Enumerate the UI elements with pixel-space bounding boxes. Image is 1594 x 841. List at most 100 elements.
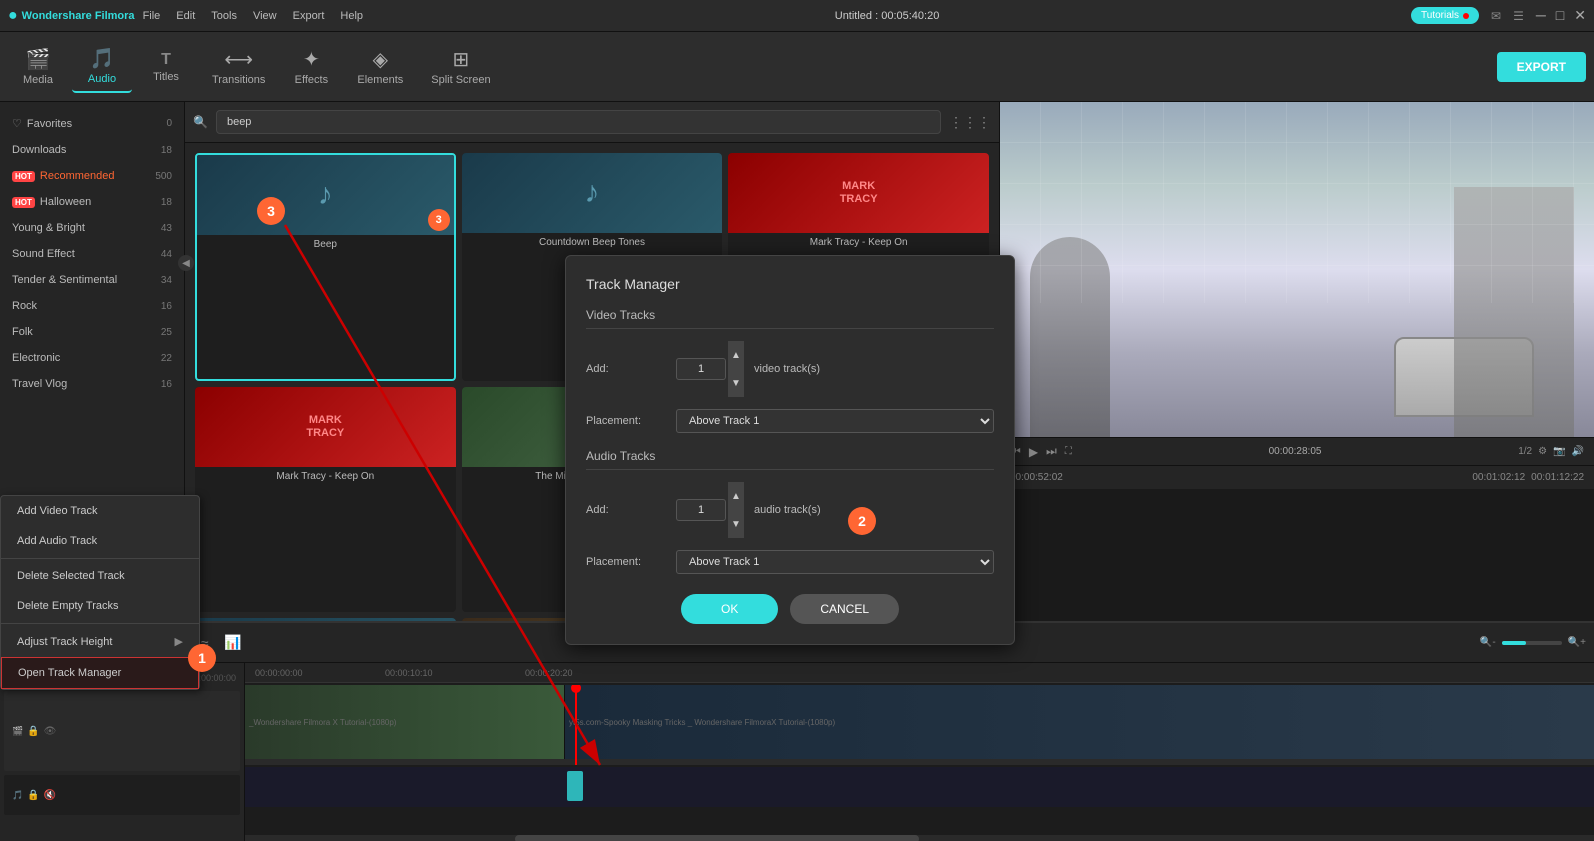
- time-display: 00:00:28:05: [1269, 446, 1322, 457]
- sidebar-item-sound-effect[interactable]: Sound Effect 44: [0, 241, 184, 267]
- scroll-left-icon: ◀: [182, 258, 185, 269]
- toolbar-audio[interactable]: 🎵 Audio: [72, 40, 132, 93]
- ruler-mark-2: 00:00:20:20: [525, 668, 573, 678]
- title-bar-left: ● Wondershare Filmora File Edit Tools Vi…: [8, 7, 363, 25]
- preview-controls-left: ⏮ ▶ ⏭ ⛶: [1010, 444, 1072, 459]
- audio-count-up[interactable]: ▲: [728, 482, 744, 510]
- media-item-beep[interactable]: ♪ 3 Beep: [195, 153, 456, 381]
- menu-tools[interactable]: Tools: [211, 10, 237, 22]
- sidebar-item-halloween[interactable]: HOT Halloween 18: [0, 189, 184, 215]
- sidebar-item-tender[interactable]: Tender & Sentimental 34: [0, 267, 184, 293]
- video-placement-select[interactable]: Above Track 1 Below Track 1: [676, 409, 994, 433]
- title-bar-menu: File Edit Tools View Export Help: [143, 10, 363, 22]
- menu-edit[interactable]: Edit: [176, 10, 195, 22]
- mark-tracy-1-label: Mark Tracy - Keep On: [728, 233, 989, 252]
- sidebar-item-travel-vlog[interactable]: Travel Vlog 16: [0, 371, 184, 397]
- video-track-count-input[interactable]: [676, 358, 726, 380]
- camera-icon[interactable]: 📷: [1553, 446, 1565, 457]
- effects-icon: ✦: [303, 47, 320, 72]
- context-delete-empty[interactable]: Delete Empty Tracks: [1, 591, 199, 621]
- ok-button[interactable]: OK: [681, 594, 778, 624]
- toolbar-transitions[interactable]: ⟷ Transitions: [200, 41, 277, 92]
- tutorials-label: Tutorials: [1421, 10, 1459, 21]
- countdown-label: Countdown Beep Tones: [462, 233, 723, 252]
- audio-track-count-input[interactable]: [676, 499, 726, 521]
- menu-view[interactable]: View: [253, 10, 277, 22]
- video-track-clips: _Wondershare Filmora X Tutorial-(1080p) …: [245, 685, 1594, 765]
- menu-file[interactable]: File: [143, 10, 161, 22]
- sidebar-item-folk[interactable]: Folk 25: [0, 319, 184, 345]
- step-1-number: 1: [198, 650, 206, 666]
- video-clip-2[interactable]: yt5s.com-Spooky Masking Tricks _ Wonders…: [565, 685, 1594, 759]
- adjust-height-label: Adjust Track Height: [17, 636, 112, 648]
- context-add-video-track[interactable]: Add Video Track: [1, 496, 199, 526]
- context-adjust-height[interactable]: Adjust Track Height ▶: [1, 626, 199, 657]
- step-3-number: 3: [267, 203, 275, 219]
- search-input[interactable]: [216, 110, 941, 134]
- cancel-button[interactable]: CANCEL: [790, 594, 899, 624]
- delete-empty-label: Delete Empty Tracks: [17, 600, 118, 612]
- zoom-out-icon[interactable]: 🔍-: [1480, 637, 1496, 648]
- lock-icon[interactable]: 🔒: [27, 726, 39, 737]
- volume-icon[interactable]: 🔊: [1572, 446, 1584, 457]
- audio-icon: 🎵: [90, 46, 115, 71]
- toolbar-media[interactable]: 🎬 Media: [8, 41, 68, 92]
- menu-help[interactable]: Help: [340, 10, 363, 22]
- audio-count-down[interactable]: ▼: [728, 510, 744, 538]
- mail-icon[interactable]: ✉: [1491, 9, 1501, 23]
- video-count-down[interactable]: ▼: [728, 369, 744, 397]
- zoom-in-icon[interactable]: 🔍+: [1568, 637, 1586, 648]
- zoom-slider[interactable]: [1502, 641, 1562, 645]
- menu-export[interactable]: Export: [293, 10, 325, 22]
- grid-view-button[interactable]: ⋮⋮⋮: [949, 114, 991, 131]
- toolbar-elements[interactable]: ◈ Elements: [345, 41, 415, 92]
- sidebar-item-electronic[interactable]: Electronic 22: [0, 345, 184, 371]
- minimize-button[interactable]: ─: [1536, 7, 1546, 24]
- sidebar-item-recommended[interactable]: HOT Recommended 500: [0, 163, 184, 189]
- toolbar-split-screen[interactable]: ⊞ Split Screen: [419, 41, 502, 92]
- audio-clip[interactable]: [567, 771, 583, 801]
- context-menu: Add Video Track Add Audio Track Delete S…: [0, 495, 200, 690]
- eye-icon[interactable]: 👁: [44, 726, 57, 737]
- sound-effect-label: Sound Effect: [12, 248, 75, 260]
- timeline-ruler: 00:00:00:00 00:00:10:10 00:00:20:20: [245, 663, 1594, 683]
- tutorials-button[interactable]: Tutorials: [1411, 7, 1479, 24]
- sidebar-item-rock[interactable]: Rock 16: [0, 293, 184, 319]
- recommended-label: Recommended: [40, 170, 115, 182]
- video-count-up[interactable]: ▲: [728, 341, 744, 369]
- maximize-button[interactable]: □: [1556, 7, 1564, 24]
- media-item-mark-tracy-2[interactable]: MARKTRACY Mark Tracy - Keep On: [195, 387, 456, 611]
- toolbar-effects[interactable]: ✦ Effects: [281, 41, 341, 92]
- menu-icon[interactable]: ☰: [1513, 9, 1524, 23]
- audio-track-unit: audio track(s): [754, 504, 821, 516]
- mark-tracy-1-text: MARKTRACY: [840, 180, 878, 206]
- audio-lock-icon[interactable]: 🔒: [27, 790, 39, 801]
- audio-eye-icon[interactable]: 🔇: [44, 790, 56, 801]
- app-wrapper: ● Wondershare Filmora File Edit Tools Vi…: [0, 0, 1594, 841]
- next-frame-icon[interactable]: ⏭: [1046, 444, 1057, 459]
- waveform-button[interactable]: 📊: [220, 630, 245, 655]
- beep-badge: 3: [428, 209, 450, 231]
- context-add-audio-track[interactable]: Add Audio Track: [1, 526, 199, 556]
- track-manager-modal: Track Manager Video Tracks Add: ▲ ▼ vide…: [565, 255, 1015, 645]
- fullscreen-icon[interactable]: ⛶: [1065, 446, 1072, 457]
- clip2-label: yt5s.com-Spooky Masking Tricks _ Wonders…: [565, 718, 839, 727]
- sidebar-item-downloads[interactable]: Downloads 18: [0, 137, 184, 163]
- sidebar-item-favorites[interactable]: ♡ Favorites 0: [0, 110, 184, 137]
- toolbar-titles[interactable]: T Titles: [136, 45, 196, 89]
- context-open-track-manager[interactable]: Open Track Manager: [1, 657, 199, 689]
- audio-placement-select[interactable]: Above Track 1 Below Track 1: [676, 550, 994, 574]
- play-icon[interactable]: ▶: [1029, 445, 1038, 459]
- add-video-track-label: Add Video Track: [17, 505, 98, 517]
- timeline-right-controls: 🔍- 🔍+: [1480, 637, 1586, 648]
- context-delete-selected[interactable]: Delete Selected Track: [1, 561, 199, 591]
- video-clip-1[interactable]: _Wondershare Filmora X Tutorial-(1080p): [245, 685, 565, 759]
- modal-actions: OK CANCEL: [586, 594, 994, 624]
- sidebar-item-young-bright[interactable]: Young & Bright 43: [0, 215, 184, 241]
- settings-icon[interactable]: ⚙: [1538, 446, 1547, 457]
- close-button[interactable]: ✕: [1574, 7, 1586, 24]
- timeline-scrollbar[interactable]: [245, 835, 1594, 841]
- page-indicator: 1/2: [1518, 446, 1532, 457]
- time-right-2: 00:01:02:12: [1472, 472, 1525, 483]
- export-button[interactable]: EXPORT: [1497, 52, 1586, 82]
